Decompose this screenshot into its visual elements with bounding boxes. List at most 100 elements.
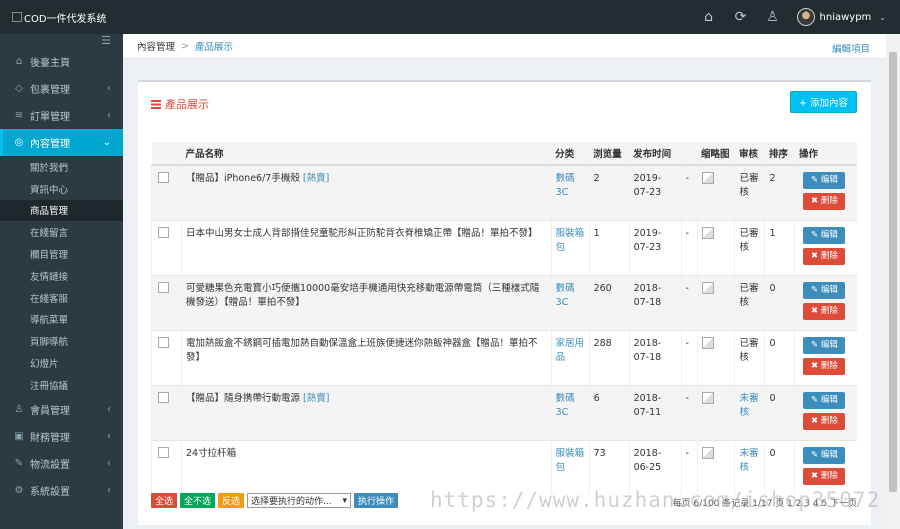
user-icon[interactable]: ♙ xyxy=(757,0,789,34)
sort-cell: 1 xyxy=(764,220,795,276)
sidebar-sub-slides[interactable]: 幻燈片 xyxy=(0,352,123,374)
sidebar-item-dashboard[interactable]: ⌂ 後臺主頁 xyxy=(0,48,123,75)
close-icon: ✖ xyxy=(811,306,821,316)
table-row: 24寸拉杆箱 服裝箱包 73 2018-06-25- 未審核 0 ✎ 编辑 ✖ 删除 xyxy=(151,440,857,495)
row-checkbox[interactable] xyxy=(158,172,169,183)
home-icon[interactable]: ⌂ xyxy=(693,0,725,34)
delete-button[interactable]: ✖ 删除 xyxy=(803,303,846,320)
wallet-icon: ▣ xyxy=(14,430,24,442)
logo[interactable]: COD一件代发系统 xyxy=(0,0,123,34)
panel-title-text: 產品展示 xyxy=(165,98,209,111)
sidebar-sub-links[interactable]: 友情鏈接 xyxy=(0,265,123,287)
edit-project-link[interactable]: 編輯項目 xyxy=(832,41,870,55)
row-checkbox[interactable] xyxy=(158,282,169,293)
delete-label: 删除 xyxy=(820,361,838,371)
edit-button[interactable]: ✎ 编辑 xyxy=(803,337,846,354)
product-name[interactable]: 日本中山男女士成人背部揹佳兒童駝形糾正防駝背衣脊椎矯正帶【贈品！單拍不發】 xyxy=(186,228,538,239)
deselect-all-button[interactable]: 全不选 xyxy=(180,493,216,508)
product-name[interactable]: 24寸拉杆箱 xyxy=(186,448,236,459)
sidebar-item-finance[interactable]: ▣ 財務管理 ‹ xyxy=(0,423,123,450)
category-link[interactable]: 數碼3C xyxy=(556,283,575,308)
sidebar-item-logistics[interactable]: ✎ 物流設置 ‹ xyxy=(0,450,123,477)
action-select[interactable]: 选择要执行的动作... ▾ xyxy=(247,493,352,508)
delete-button[interactable]: ✖ 删除 xyxy=(803,193,846,210)
sidebar-item-content[interactable]: ◎ 內容管理 ⌄ xyxy=(0,129,123,156)
thumbnail-cell xyxy=(696,275,735,331)
sidebar-item-system[interactable]: ⚙ 系統設置 ‹ xyxy=(0,477,123,504)
audit-cell: 已審核 xyxy=(734,330,765,386)
sort-cell: 0 xyxy=(764,330,795,386)
edit-button[interactable]: ✎ 编辑 xyxy=(803,392,846,409)
sidebar-item-members[interactable]: ♙ 會員管理 ‹ xyxy=(0,396,123,423)
product-name[interactable]: 電加熱飯盒不銹鋼可插電加熱自動保溫盒上班族便捷迷你熱飯神器盒【贈品！單拍不發】 xyxy=(186,338,538,363)
sidebar-sub-columns[interactable]: 欄目管理 xyxy=(0,243,123,265)
category-link[interactable]: 家居用品 xyxy=(556,338,585,363)
product-name[interactable]: 可愛糖果色充電寶小巧便攜10000毫安培手機通用快充移動電源帶電筒（三種樣式隨機… xyxy=(186,283,539,308)
select-all-button[interactable]: 全选 xyxy=(151,493,178,508)
row-checkbox-cell xyxy=(151,164,182,221)
chevron-down-icon: ⌄ xyxy=(102,137,111,148)
add-content-button[interactable]: + 添加內容 xyxy=(790,91,857,113)
category-cell: 服裝箱包 xyxy=(550,220,590,276)
date-cell: 2019-07-23 xyxy=(628,220,682,276)
product-name-cell: 日本中山男女士成人背部揹佳兒童駝形糾正防駝背衣脊椎矯正帶【贈品！單拍不發】 xyxy=(180,220,552,276)
sidebar-sub-nav-menu[interactable]: 導航菜單 xyxy=(0,309,123,331)
row-checkbox-cell xyxy=(151,385,182,441)
edit-button[interactable]: ✎ 编辑 xyxy=(803,227,846,244)
edit-icon: ✎ xyxy=(811,340,821,350)
delete-button[interactable]: ✖ 删除 xyxy=(803,413,846,430)
delete-button[interactable]: ✖ 删除 xyxy=(803,358,846,375)
audit-status[interactable]: 未審核 xyxy=(739,448,758,473)
row-checkbox-cell xyxy=(151,275,182,331)
delete-label: 删除 xyxy=(820,196,838,206)
header-actions: ⌂ ⟳ ♙ hniawypm ⌄ xyxy=(693,0,900,34)
sidebar-sub-news[interactable]: 資訊中心 xyxy=(0,178,123,200)
delete-button[interactable]: ✖ 删除 xyxy=(803,468,846,485)
category-link[interactable]: 數碼3C xyxy=(556,393,575,418)
gear-icon: ⚙ xyxy=(14,484,24,496)
scrollbar[interactable] xyxy=(886,34,900,529)
breadcrumb-current[interactable]: 產品展示 xyxy=(195,39,233,53)
row-checkbox[interactable] xyxy=(158,447,169,458)
row-checkbox[interactable] xyxy=(158,227,169,238)
delete-button[interactable]: ✖ 删除 xyxy=(803,248,846,265)
scrollbar-thumb[interactable] xyxy=(889,52,897,492)
product-name[interactable]: 【贈品】隨身携帶行動電源 xyxy=(186,393,300,404)
sidebar-sub-service[interactable]: 在綫客服 xyxy=(0,287,123,309)
category-link[interactable]: 數碼3C xyxy=(556,173,575,198)
sidebar-sub-agreement[interactable]: 注冊協議 xyxy=(0,374,123,396)
product-name[interactable]: 【贈品】iPhone6/7手機殼 xyxy=(186,173,300,184)
column-header: 分类 xyxy=(551,142,590,166)
broken-image-icon xyxy=(701,227,714,239)
category-link[interactable]: 服裝箱包 xyxy=(556,228,585,253)
row-checkbox[interactable] xyxy=(158,337,169,348)
gem-icon: ◇ xyxy=(15,83,23,94)
sidebar-item-orders[interactable]: ≋ 訂單管理 ‹ xyxy=(0,102,123,129)
audit-status[interactable]: 未審核 xyxy=(739,393,758,418)
sidebar-item-packages[interactable]: ◇ 包裹管理 ‹ xyxy=(0,75,123,102)
close-icon: ✖ xyxy=(811,361,821,371)
audit-cell: 未審核 xyxy=(734,440,765,495)
sidebar-sub-footer-nav[interactable]: 頁脚導航 xyxy=(0,330,123,352)
edit-label: 编辑 xyxy=(820,340,838,350)
user-menu[interactable]: hniawypm ⌄ xyxy=(789,8,900,26)
breadcrumb-parent[interactable]: 內容管理 xyxy=(137,39,175,53)
edit-button[interactable]: ✎ 编辑 xyxy=(803,282,846,299)
invert-selection-button[interactable]: 反选 xyxy=(218,493,245,508)
sidebar-sub-about[interactable]: 關於我們 xyxy=(0,156,123,178)
chevron-left-icon: ‹ xyxy=(107,430,111,442)
audit-status: 已審核 xyxy=(739,228,759,253)
delete-label: 删除 xyxy=(820,306,838,316)
execute-action-button[interactable]: 执行操作 xyxy=(354,493,399,508)
views-cell: 1 xyxy=(588,220,630,276)
edit-button[interactable]: ✎ 编辑 xyxy=(803,447,846,464)
sidebar-sub-products[interactable]: 商品管理 xyxy=(0,199,123,222)
sidebar-item-label: 系統設置 xyxy=(30,486,70,498)
category-link[interactable]: 服裝箱包 xyxy=(556,448,585,473)
menu-toggle-icon[interactable]: ☰ xyxy=(0,34,123,48)
edit-button[interactable]: ✎ 编辑 xyxy=(803,172,846,189)
sidebar-sub-messages[interactable]: 在綫留言 xyxy=(0,221,123,243)
refresh-icon[interactable]: ⟳ xyxy=(725,0,757,34)
audit-status: 已審核 xyxy=(739,338,759,363)
row-checkbox[interactable] xyxy=(158,392,169,403)
